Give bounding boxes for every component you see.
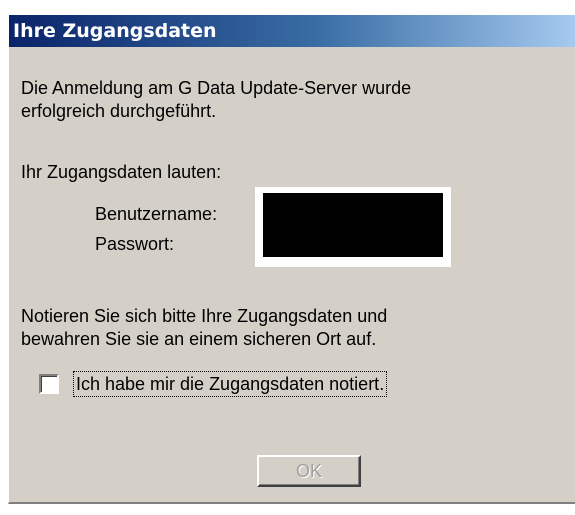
credentials-intro: Ihr Zugangsdaten lauten: [21,162,222,182]
credentials-noted-label[interactable]: Ich habe mir die Zugangsdaten notiert. [73,371,388,397]
success-message-line-1: Die Anmeldung am G Data Update-Server wu… [21,78,412,98]
note-message-line-1: Notieren Sie sich bitte Ihre Zugangsdate… [21,306,388,326]
note-message-line-2: bewahren Sie sie an einem sicheren Ort a… [21,329,377,349]
password-label: Passwort: [95,234,175,254]
success-message-line-2: erfolgreich durchgeführt. [21,101,217,121]
redacted-credentials [263,193,443,257]
ok-button[interactable]: OK [257,455,361,487]
credentials-noted-checkbox[interactable] [39,374,59,394]
credentials-display [255,187,451,267]
username-label: Benutzername: [95,204,218,224]
credentials-dialog: Ihre Zugangsdaten Die Anmeldung am G Dat… [8,14,575,504]
note-message: Notieren Sie sich bitte Ihre Zugangsdate… [21,305,387,351]
title-bar[interactable]: Ihre Zugangsdaten [9,15,575,47]
dialog-title: Ihre Zugangsdaten [13,20,217,42]
success-message: Die Anmeldung am G Data Update-Server wu… [21,77,411,123]
